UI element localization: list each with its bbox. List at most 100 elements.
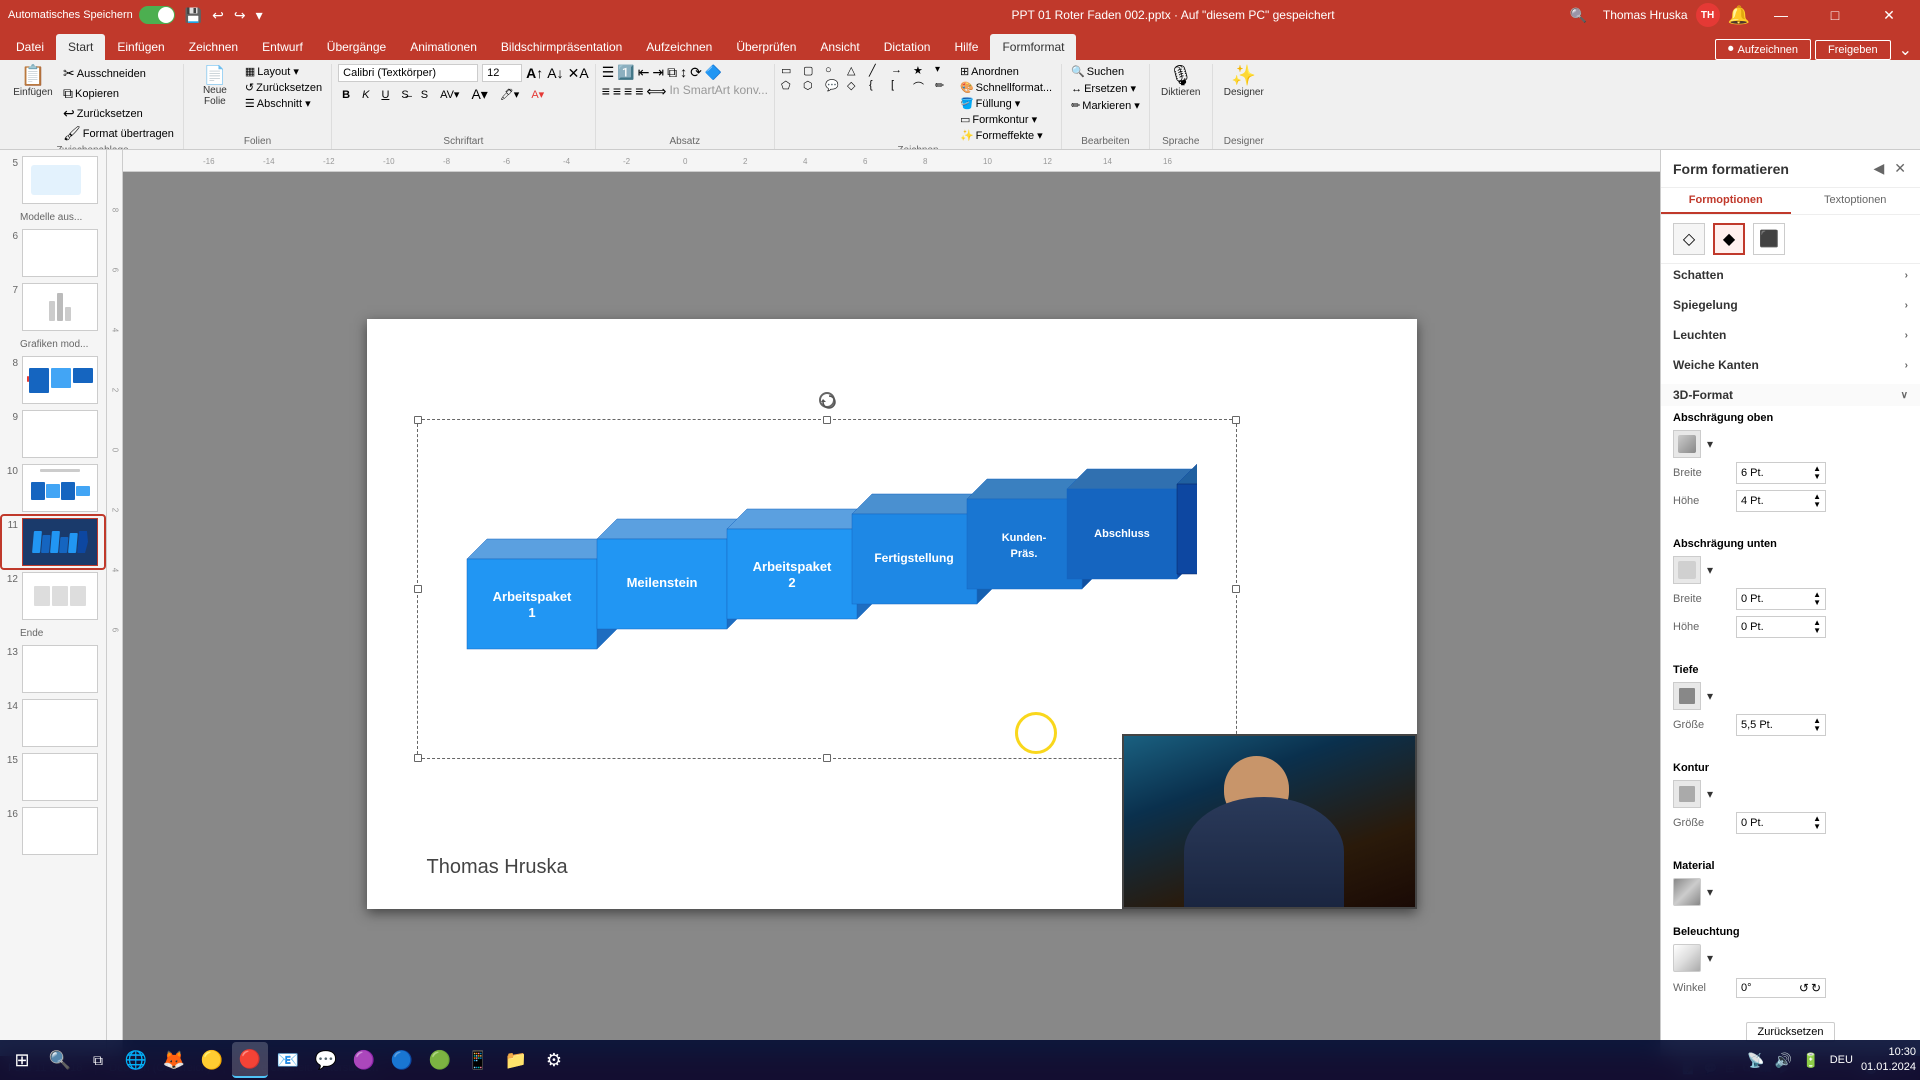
bevel-top-preset[interactable] — [1673, 430, 1701, 458]
search-taskbar-button[interactable]: 🔍 — [42, 1042, 78, 1078]
decrease-font-icon[interactable]: A↓ — [547, 65, 563, 81]
brace-shape[interactable]: { — [869, 79, 889, 95]
handle-tr[interactable] — [1232, 416, 1240, 424]
text-align-button[interactable]: ⟺ — [646, 83, 666, 100]
spin-down-4[interactable]: ▼ — [1813, 627, 1821, 635]
slide-thumb-13[interactable]: 13 — [2, 643, 104, 695]
minimize-button[interactable]: — — [1758, 0, 1804, 30]
align-center-button[interactable]: ≡ — [613, 83, 621, 100]
bracket-shape[interactable]: [ — [891, 79, 911, 95]
spin-down[interactable]: ▼ — [1813, 473, 1821, 481]
tab-datei[interactable]: Datei — [4, 34, 56, 60]
highlight-button[interactable]: 🖊▾ — [496, 86, 524, 103]
format-painter-button[interactable]: 🖌Format übertragen — [60, 124, 177, 143]
bevel-bottom-width-input[interactable]: 0 Pt. ▲ ▼ — [1736, 588, 1826, 610]
tab-formoptionen[interactable]: Formoptionen — [1661, 188, 1791, 214]
numbered-list-button[interactable]: 1️⃣ — [617, 64, 634, 81]
slide-thumb-10[interactable]: 10 — [2, 462, 104, 514]
beleuchtung-preset[interactable] — [1673, 944, 1701, 972]
tab-einfuegen[interactable]: Einfügen — [105, 34, 176, 60]
cut-button[interactable]: ✂Ausschneiden — [60, 64, 177, 83]
align-right-button[interactable]: ≡ — [624, 83, 632, 100]
explorer-button[interactable]: 📁 — [498, 1042, 534, 1078]
slide-thumb-14[interactable]: 14 — [2, 697, 104, 749]
maximize-button[interactable]: □ — [1812, 0, 1858, 30]
chrome-button[interactable]: 🟡 — [194, 1042, 230, 1078]
canvas-area[interactable]: Thomas Hruska — [123, 172, 1660, 1056]
in-smartart-button[interactable]: In SmartArt konv... — [669, 83, 767, 100]
justify-button[interactable]: ≡ — [635, 83, 643, 100]
more-shapes[interactable]: ▾ — [935, 64, 955, 77]
share-icon[interactable]: 🔔 — [1728, 5, 1750, 26]
settings-button[interactable]: ⚙ — [536, 1042, 572, 1078]
onenote-button[interactable]: 🟣 — [346, 1042, 382, 1078]
bullet-list-button[interactable]: ☰ — [602, 64, 615, 81]
section-schatten[interactable]: Schatten › — [1661, 264, 1920, 286]
slide-thumb-9[interactable]: 9 — [2, 408, 104, 460]
font-size-selector[interactable]: 12 — [482, 64, 522, 82]
paste-button[interactable]: 📋 Einfügen — [8, 64, 58, 100]
fill-icon-btn[interactable]: ◇ — [1673, 223, 1705, 255]
excel-button[interactable]: 🟢 — [422, 1042, 458, 1078]
share-button[interactable]: Freigeben — [1815, 40, 1891, 60]
diamond-shape[interactable]: ◇ — [847, 79, 867, 95]
strikethrough-button[interactable]: S̶ — [397, 87, 412, 103]
new-slide-button[interactable]: 📄 NeueFolie — [190, 64, 240, 109]
outlook-button[interactable]: 📧 — [270, 1042, 306, 1078]
slide-thumb-6[interactable]: 6 — [2, 227, 104, 279]
triangle-shape[interactable]: △ — [847, 64, 867, 77]
slide-panel[interactable]: 5 Modelle aus... 6 7 — [0, 150, 107, 1056]
char-spacing-button[interactable]: AV▾ — [436, 86, 463, 103]
beleuchtung-winkel-input[interactable]: 0° ↺ ↻ — [1736, 978, 1826, 998]
dictate-button[interactable]: 🎙 Diktieren — [1156, 64, 1206, 100]
bevel-top-width-spin[interactable]: ▲ ▼ — [1813, 465, 1821, 481]
tab-uebergaenge[interactable]: Übergänge — [315, 34, 398, 60]
hexagon-shape[interactable]: ⬡ — [803, 79, 823, 95]
beleuchtung-dropdown[interactable]: ▾ — [1707, 951, 1713, 965]
collapse-ribbon-icon[interactable]: ⌄ — [1895, 40, 1916, 60]
edge-button[interactable]: 🌐 — [118, 1042, 154, 1078]
slide-thumb-5[interactable]: 5 — [2, 154, 104, 206]
columns-button[interactable]: ⧉ — [667, 64, 677, 81]
taskview-button[interactable]: ⧉ — [80, 1042, 116, 1078]
redo-icon[interactable]: ↪ — [230, 5, 250, 26]
rotate-cw-btn[interactable]: ↻ — [1811, 981, 1821, 995]
handle-ml[interactable] — [414, 585, 422, 593]
underline-button[interactable]: U — [377, 87, 393, 103]
increase-indent-button[interactable]: ⇥ — [652, 64, 664, 81]
size-icon-btn[interactable]: ⬛ — [1753, 223, 1785, 255]
slide-thumb-15[interactable]: 15 — [2, 751, 104, 803]
shape-group[interactable]: Arbeitspaket 1 Meilenstein — [417, 419, 1237, 759]
start-button[interactable]: ⊞ — [4, 1042, 40, 1078]
battery-tray-icon[interactable]: 🔋 — [1800, 1050, 1821, 1071]
spin-down-6[interactable]: ▼ — [1813, 823, 1821, 831]
bevel-top-dropdown[interactable]: ▾ — [1707, 437, 1713, 451]
reset-button[interactable]: Zurücksetzen — [1746, 1022, 1834, 1042]
line-shape[interactable]: ╱ — [869, 64, 889, 77]
replace-button[interactable]: ↔Ersetzen ▾ — [1068, 81, 1139, 96]
font-name-selector[interactable]: Calibri (Textkörper) — [338, 64, 478, 82]
section-leuchten[interactable]: Leuchten › — [1661, 324, 1920, 346]
save-icon[interactable]: 💾 — [181, 5, 206, 26]
star-shape[interactable]: ★ — [913, 64, 933, 77]
bold-button[interactable]: B — [338, 87, 354, 103]
tiefe-groesse-input[interactable]: 5,5 Pt. ▲ ▼ — [1736, 714, 1826, 736]
kontur-groesse-spin[interactable]: ▲ ▼ — [1813, 815, 1821, 831]
freeform-shape[interactable]: ✏ — [935, 79, 955, 95]
bevel-bottom-height-spin[interactable]: ▲ ▼ — [1813, 619, 1821, 635]
undo-icon[interactable]: ↩ — [208, 5, 228, 26]
rotate-ccw-btn[interactable]: ↺ — [1799, 981, 1809, 995]
kontur-dropdown[interactable]: ▾ — [1707, 787, 1713, 801]
slide-thumb-8[interactable]: 8 — [2, 354, 104, 406]
tab-bildschirm[interactable]: Bildschirmpräsentation — [489, 34, 634, 60]
arrow-shape[interactable]: → — [891, 64, 911, 77]
kontur-groesse-input[interactable]: 0 Pt. ▲ ▼ — [1736, 812, 1826, 834]
handle-bl[interactable] — [414, 754, 422, 762]
fill-button[interactable]: 🪣Füllung ▾ — [957, 96, 1055, 111]
tiefe-groesse-spin[interactable]: ▲ ▼ — [1813, 717, 1821, 733]
search-icon[interactable]: 🔍 — [1561, 7, 1594, 24]
quick-styles-button[interactable]: 🎨Schnellformat... — [957, 80, 1055, 95]
firefox-button[interactable]: 🦊 — [156, 1042, 192, 1078]
outline-button[interactable]: ▭Formkontur ▾ — [957, 112, 1055, 127]
effect-icon-btn[interactable]: ◆ — [1713, 223, 1745, 255]
